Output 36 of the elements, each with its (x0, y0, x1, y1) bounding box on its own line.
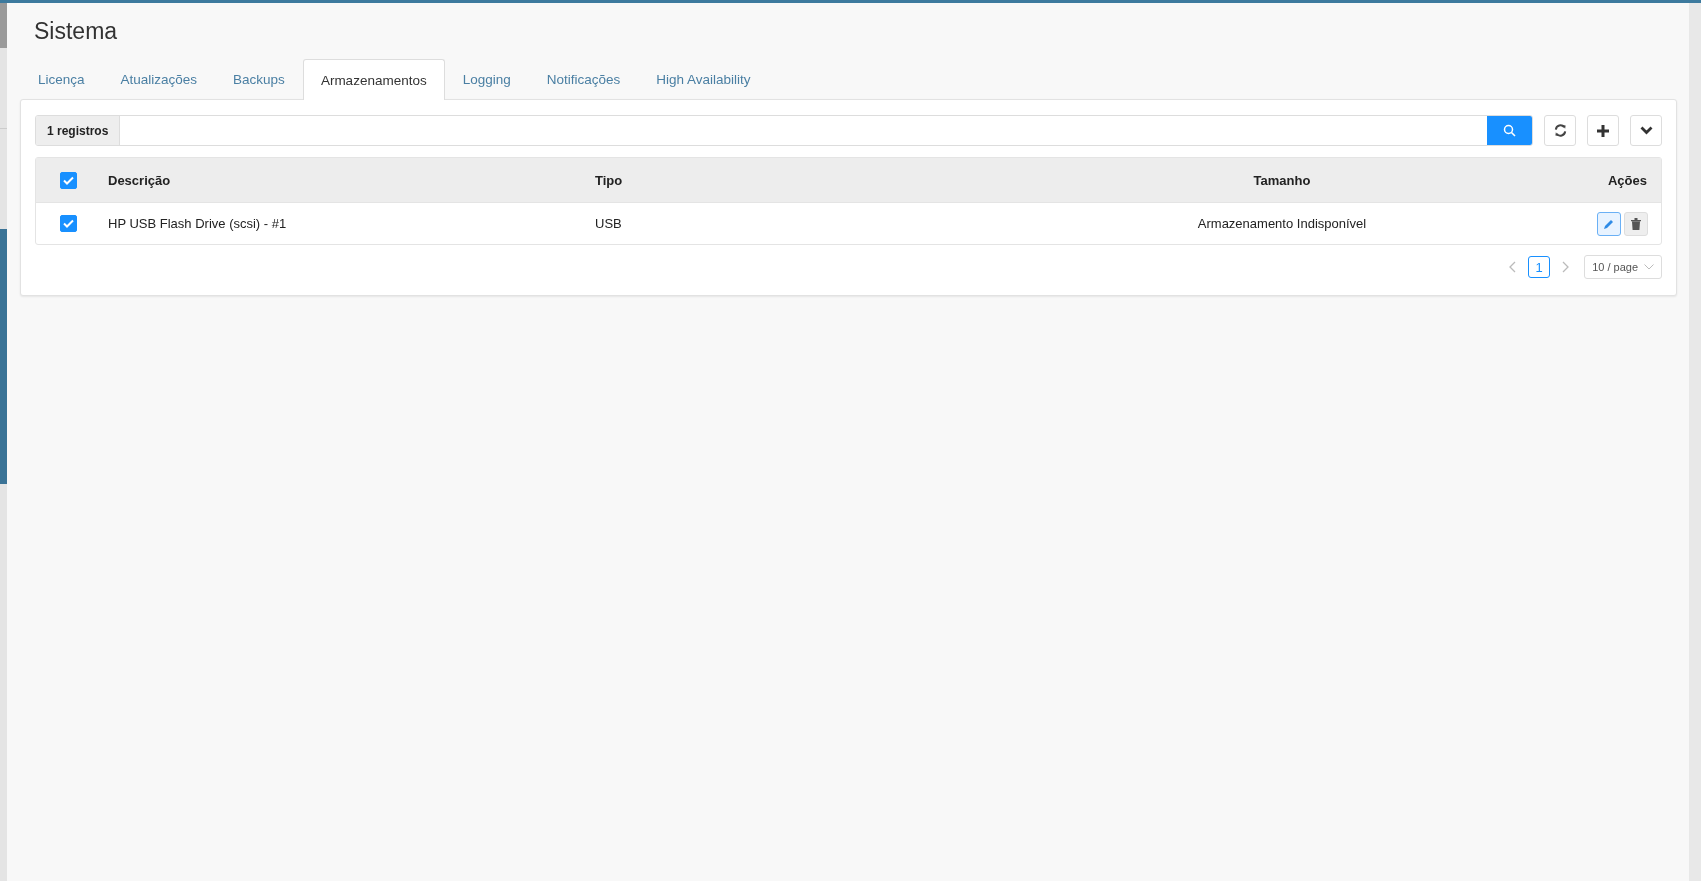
column-header: Descrição (108, 172, 172, 188)
column-header: Ações (1607, 172, 1647, 188)
delete-button[interactable] (1624, 211, 1648, 236)
tab[interactable]: Armazenamentos (302, 59, 445, 100)
add-button[interactable] (1587, 115, 1619, 146)
chevron-down-icon (1644, 264, 1654, 270)
chevron-down-icon (1639, 126, 1653, 135)
refresh-button[interactable] (1544, 115, 1576, 146)
tab[interactable]: Notificações (528, 58, 639, 99)
page-size-select[interactable]: 10 / page (1584, 255, 1662, 279)
tab[interactable]: Licença (20, 58, 103, 99)
pencil-icon (1603, 217, 1615, 230)
tab[interactable]: Atualizações (102, 58, 216, 99)
page-button[interactable]: 1 (1528, 256, 1551, 278)
check-icon (63, 219, 74, 228)
trash-icon (1631, 217, 1641, 230)
search-button[interactable] (1487, 116, 1532, 145)
column-header: Tipo (595, 172, 624, 188)
page-title: Sistema (34, 18, 119, 46)
search-field[interactable]: 1 registros (35, 115, 1533, 146)
dropdown-button[interactable] (1630, 115, 1662, 146)
search-icon (1503, 124, 1516, 137)
column-header: Tamanho (1252, 172, 1312, 188)
edit-button[interactable] (1597, 211, 1621, 236)
refresh-icon (1553, 124, 1567, 137)
tab[interactable]: Logging (444, 58, 529, 99)
select-all-checkbox[interactable] (60, 171, 77, 189)
table-cell-text: HP USB Flash Drive (scsi) - #1 (108, 216, 288, 231)
tab[interactable]: Backups (215, 58, 303, 99)
row-checkbox[interactable] (60, 215, 77, 232)
plus-icon (1597, 124, 1609, 137)
table-cell-text: Armazenamento Indisponível (1196, 216, 1368, 231)
table-cell-text: USB (595, 216, 623, 231)
record-count: 1 registros (36, 116, 121, 145)
check-icon (63, 175, 74, 185)
tab[interactable]: High Availability (638, 58, 769, 99)
